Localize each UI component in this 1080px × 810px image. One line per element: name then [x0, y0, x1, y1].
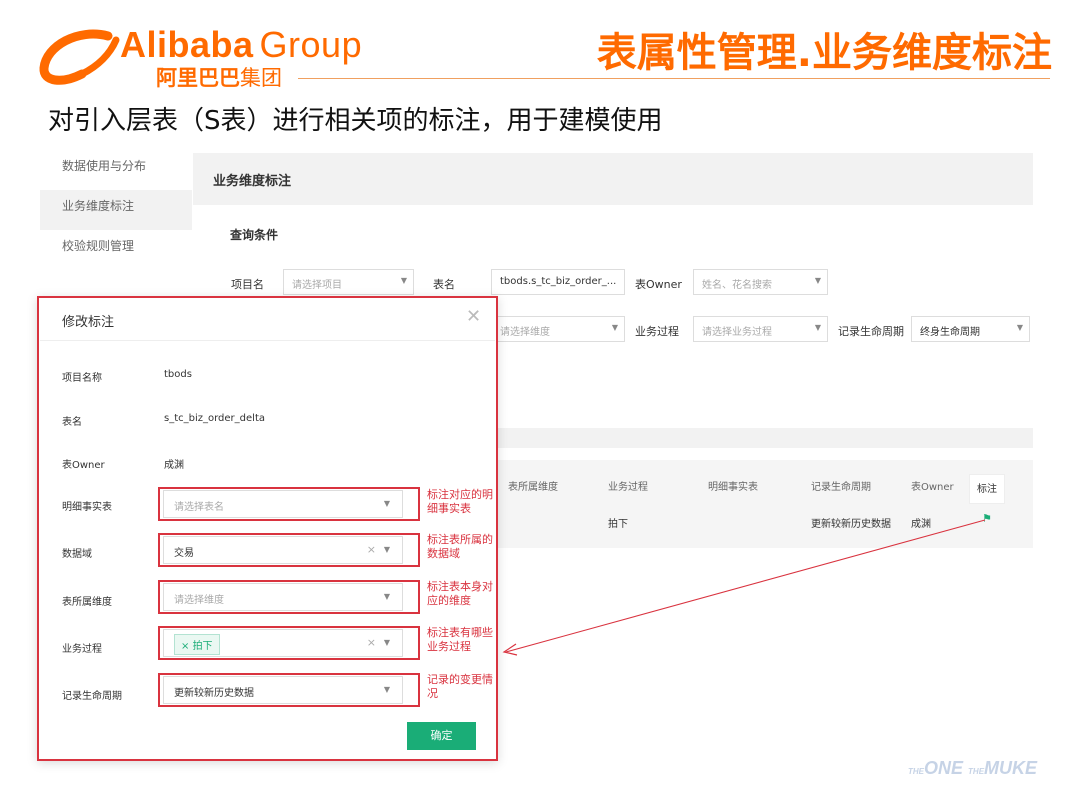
lifecycle-select[interactable]: 更新较新历史数据 ▼	[163, 676, 403, 704]
annotation-dimension: 标注表本身对应的维度	[427, 580, 493, 607]
modal-divider	[40, 340, 495, 341]
fact-table-placeholder: 请选择表名	[174, 502, 224, 513]
chevron-down-icon: ▼	[383, 592, 390, 601]
fact-table-label: 明细事实表	[62, 502, 112, 513]
page-subtitle: 对引入层表（S表）进行相关项的标注，用于建模使用	[48, 106, 663, 136]
lifecycle-value: 更新较新历史数据	[174, 688, 254, 699]
clear-icon[interactable]: ×	[367, 636, 376, 649]
query-title: 查询条件	[230, 228, 279, 242]
chevron-down-icon: ▼	[383, 499, 390, 508]
chevron-down-icon: ▼	[383, 545, 390, 554]
watermark-muke: MUKE	[984, 758, 1038, 778]
chevron-down-icon: ▼	[383, 685, 390, 694]
watermark-mid: THE	[968, 767, 985, 776]
logo-cn: 阿里巴巴集团	[156, 62, 282, 92]
table-filter-label: 表名	[433, 278, 455, 291]
owner-value: 成渊	[164, 460, 184, 471]
dimension-filter-select[interactable]: 请选择维度 ▼	[491, 316, 625, 342]
modal-title: 修改标注	[62, 315, 115, 330]
project-name-value: tbods	[164, 369, 192, 380]
owner-label: 表Owner	[62, 460, 105, 471]
logo-cn-bold: 阿里巴巴	[156, 66, 240, 90]
dimension-placeholder: 请选择维度	[174, 595, 224, 606]
chevron-down-icon: ▼	[814, 323, 821, 332]
process-filter-select[interactable]: 请选择业务过程 ▼	[693, 316, 828, 342]
chevron-down-icon: ▼	[383, 638, 390, 647]
logo-text: Alibaba Group	[120, 24, 362, 66]
dimension-filter-placeholder: 请选择维度	[500, 327, 550, 338]
data-domain-label: 数据域	[62, 549, 92, 560]
chevron-down-icon: ▼	[611, 323, 618, 332]
annotation-domain: 标注表所属的数据域	[427, 533, 493, 560]
sidebar: 数据使用与分布 业务维度标注 校验规则管理	[40, 150, 192, 270]
process-tag[interactable]: × 拍下	[174, 634, 220, 655]
breadcrumb-bar	[193, 153, 1033, 205]
table-header: 表所属维度	[508, 482, 558, 493]
table-header: 明细事实表	[708, 482, 758, 493]
watermark-one: ONE	[924, 758, 964, 778]
header-divider	[298, 78, 1050, 79]
lifecycle-label: 记录生命周期	[62, 691, 122, 702]
data-domain-value: 交易	[174, 548, 194, 559]
lifecycle-filter-label: 记录生命周期	[838, 325, 904, 338]
chevron-down-icon: ▼	[814, 276, 821, 285]
watermark-pre: THE	[908, 767, 924, 776]
page-title: 表属性管理.业务维度标注	[596, 30, 1052, 76]
process-select[interactable]: × 拍下 × ▼	[163, 629, 403, 657]
logo-group: Group	[259, 24, 363, 65]
table-cell-lifecycle: 更新较新历史数据	[811, 519, 891, 530]
owner-filter-select[interactable]: 姓名、花名搜索 ▼	[693, 269, 828, 295]
logo-en: Alibaba	[120, 24, 254, 65]
flag-icon[interactable]: ⚑	[982, 512, 992, 525]
owner-filter-label: 表Owner	[635, 278, 682, 291]
result-table	[490, 460, 1033, 548]
annotation-process: 标注表有哪些业务过程	[427, 626, 493, 653]
table-header: 业务过程	[608, 482, 648, 493]
project-filter-placeholder: 请选择项目	[292, 280, 342, 291]
process-label: 业务过程	[62, 644, 102, 655]
alibaba-logo-icon	[39, 29, 120, 85]
sidebar-item-validation-rules[interactable]: 校验规则管理	[40, 230, 192, 270]
close-icon[interactable]: ✕	[466, 306, 481, 327]
watermark: THEONE THEMUKE	[908, 758, 1037, 779]
table-header: 表Owner	[911, 482, 954, 493]
tag-column-header: 标注	[969, 474, 1005, 504]
logo-cn-thin: 集团	[240, 66, 282, 90]
chevron-down-icon: ▼	[1016, 323, 1023, 332]
dimension-label: 表所属维度	[62, 597, 112, 608]
sidebar-item-dimension-tagging[interactable]: 业务维度标注	[40, 190, 192, 230]
table-filter-value: tbods.s_tc_biz_order_...	[500, 276, 617, 287]
table-cell-process: 拍下	[608, 519, 628, 530]
table-header: 记录生命周期	[811, 482, 871, 493]
owner-filter-placeholder: 姓名、花名搜索	[702, 280, 772, 291]
table-filter-select[interactable]: tbods.s_tc_biz_order_...	[491, 269, 625, 295]
lifecycle-filter-value: 终身生命周期	[920, 327, 980, 338]
table-cell-owner: 成渊	[911, 519, 931, 530]
annotation-lifecycle: 记录的变更情况	[427, 673, 493, 700]
data-domain-select[interactable]: 交易 × ▼	[163, 536, 403, 564]
annotation-fact: 标注对应的明细事实表	[427, 488, 493, 515]
table-toolbar	[490, 428, 1033, 448]
table-name-label: 表名	[62, 417, 82, 428]
process-filter-label: 业务过程	[635, 325, 679, 338]
fact-table-select[interactable]: 请选择表名 ▼	[163, 490, 403, 518]
project-name-label: 项目名称	[62, 373, 102, 384]
project-filter-select[interactable]: 请选择项目 ▼	[283, 269, 414, 295]
confirm-button[interactable]: 确定	[407, 722, 476, 750]
chevron-down-icon: ▼	[400, 276, 407, 285]
process-tag-label: 拍下	[192, 641, 213, 652]
lifecycle-filter-select[interactable]: 终身生命周期 ▼	[911, 316, 1030, 342]
breadcrumb: 业务维度标注	[213, 174, 292, 189]
clear-icon[interactable]: ×	[367, 543, 376, 556]
table-name-value: s_tc_biz_order_delta	[164, 413, 265, 424]
dimension-select[interactable]: 请选择维度 ▼	[163, 583, 403, 611]
process-filter-placeholder: 请选择业务过程	[702, 327, 772, 338]
sidebar-item-data-usage[interactable]: 数据使用与分布	[40, 150, 192, 190]
project-filter-label: 项目名	[231, 278, 264, 291]
